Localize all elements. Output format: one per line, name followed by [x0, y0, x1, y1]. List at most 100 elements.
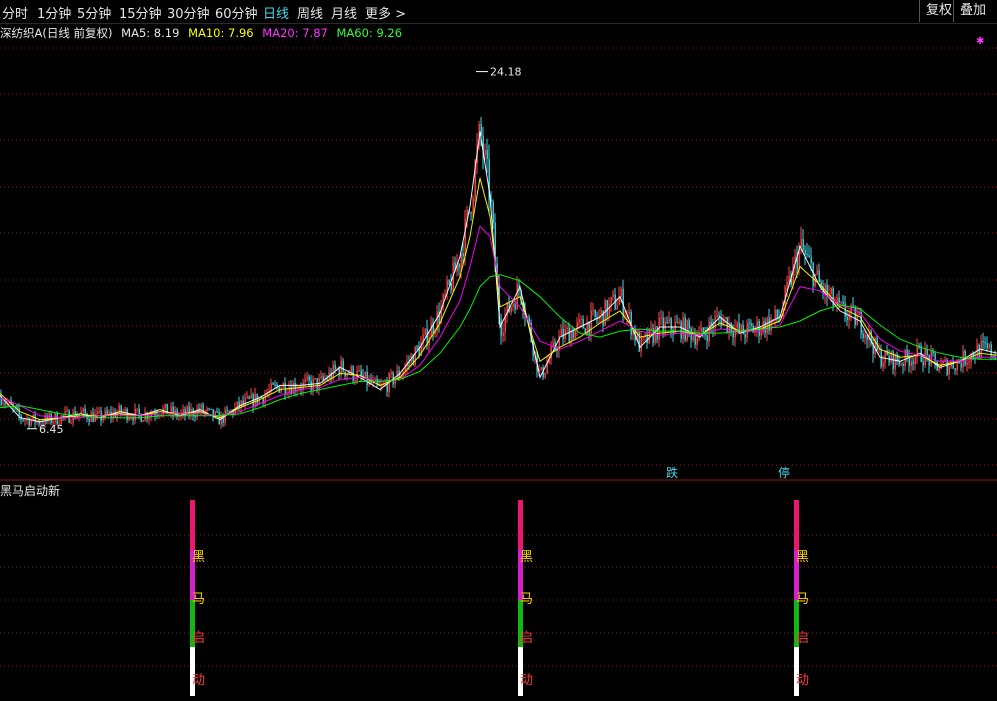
- candle-body: [142, 420, 144, 422]
- candle-body: [320, 376, 322, 379]
- settings-icon[interactable]: ✱: [976, 36, 984, 47]
- candle-body: [24, 419, 26, 421]
- candle-body: [574, 328, 576, 339]
- candle-body: [852, 305, 854, 307]
- candle-body: [334, 364, 336, 370]
- signal-bar-segment: [794, 500, 799, 550]
- tab-60min[interactable]: 60分钟: [215, 3, 258, 22]
- candle-body: [954, 368, 956, 371]
- candle-body: [208, 408, 210, 410]
- signal-char: 黑: [520, 550, 533, 565]
- tab-1min[interactable]: 1分钟: [37, 3, 71, 22]
- candle-body: [922, 361, 924, 366]
- tab-30min[interactable]: 30分钟: [167, 3, 210, 22]
- candle-body: [124, 408, 126, 412]
- tab-5min[interactable]: 5分钟: [77, 3, 111, 22]
- candle-body: [342, 360, 344, 372]
- candle-body: [216, 411, 218, 413]
- candle-body: [562, 328, 564, 340]
- candle-body: [716, 315, 718, 318]
- indicator-title: 黑马启动新: [0, 484, 61, 498]
- candle-body: [940, 363, 942, 369]
- candle-body: [590, 310, 592, 334]
- candle-body: [66, 410, 68, 412]
- tab-weekly[interactable]: 周线: [297, 3, 323, 22]
- indicator-pane: 黑马启动 黑马启动 黑马启动: [190, 500, 809, 696]
- candle-body: [116, 412, 118, 418]
- candle-body: [900, 363, 902, 365]
- signal-char: 马: [796, 592, 809, 607]
- candle-body: [228, 410, 230, 412]
- candle-body: [696, 338, 698, 345]
- kline-chart[interactable]: 24.18 6.45 跌 停 黑马启动 黑马启动 黑马启动 ✱: [0, 0, 997, 701]
- candle-body: [898, 361, 900, 366]
- candle-body: [848, 313, 850, 320]
- candle-body: [218, 412, 220, 425]
- candle-body: [492, 201, 494, 223]
- tab-fenshi[interactable]: 分时: [2, 3, 28, 22]
- candle-body: [364, 371, 366, 378]
- candle-body: [592, 310, 594, 311]
- candle-body: [30, 419, 32, 426]
- candle-body: [460, 253, 462, 268]
- candle-body: [326, 378, 328, 380]
- grid-lines: [0, 47, 997, 667]
- candle-body: [236, 401, 238, 408]
- candle-body: [912, 361, 914, 364]
- candle-body: [600, 310, 602, 316]
- signal-char: 动: [520, 673, 533, 688]
- overlay-button[interactable]: 叠加: [953, 0, 992, 22]
- candle-body: [62, 415, 64, 417]
- tab-daily[interactable]: 日线: [263, 3, 289, 22]
- candle-body: [688, 320, 690, 329]
- candle-body: [514, 304, 516, 310]
- candle-body: [810, 257, 812, 263]
- candle-body: [680, 321, 682, 339]
- candle-body: [616, 305, 618, 310]
- candle-body: [108, 411, 110, 414]
- candle-body: [938, 368, 940, 371]
- candlesticks: [0, 117, 996, 429]
- tab-more[interactable]: 更多 >: [365, 3, 406, 22]
- candle-body: [464, 218, 466, 257]
- candle-body: [448, 280, 450, 284]
- candle-body: [628, 311, 630, 314]
- candle-body: [620, 288, 622, 297]
- candle-body: [706, 335, 708, 342]
- candle-body: [304, 379, 306, 382]
- candle-body: [854, 306, 856, 326]
- candle-body: [816, 270, 818, 275]
- candle-body: [732, 332, 734, 338]
- candle-body: [390, 372, 392, 374]
- candle-body: [302, 382, 304, 390]
- candle-body: [416, 346, 418, 348]
- signal-markers: 跌 停: [666, 465, 790, 480]
- candle-body: [246, 396, 248, 398]
- signal-char: 黑: [796, 550, 809, 565]
- marker-die: 跌: [666, 465, 678, 480]
- candle-body: [458, 263, 460, 268]
- candle-body: [540, 367, 542, 370]
- candle-body: [748, 322, 750, 324]
- signal-bar-segment: [190, 647, 195, 696]
- candle-body: [886, 350, 888, 356]
- tab-monthly[interactable]: 月线: [331, 3, 357, 22]
- candle-body: [588, 321, 590, 334]
- candle-body: [358, 370, 360, 372]
- candle-body: [248, 396, 250, 399]
- candle-body: [580, 318, 582, 320]
- candle-body: [70, 422, 72, 424]
- signal-char: 黑: [192, 550, 205, 565]
- candle-body: [758, 321, 760, 336]
- candle-body: [708, 321, 710, 341]
- candle-body: [4, 403, 6, 405]
- candle-body: [750, 323, 752, 326]
- candle-body: [986, 343, 988, 348]
- candle-body: [884, 350, 886, 363]
- signal-char: 启: [796, 631, 809, 646]
- candle-body: [612, 294, 614, 298]
- candle-body: [988, 344, 990, 348]
- candle-body: [694, 335, 696, 345]
- high-low-annotations: 24.18 6.45: [27, 66, 522, 436]
- tab-15min[interactable]: 15分钟: [119, 3, 162, 22]
